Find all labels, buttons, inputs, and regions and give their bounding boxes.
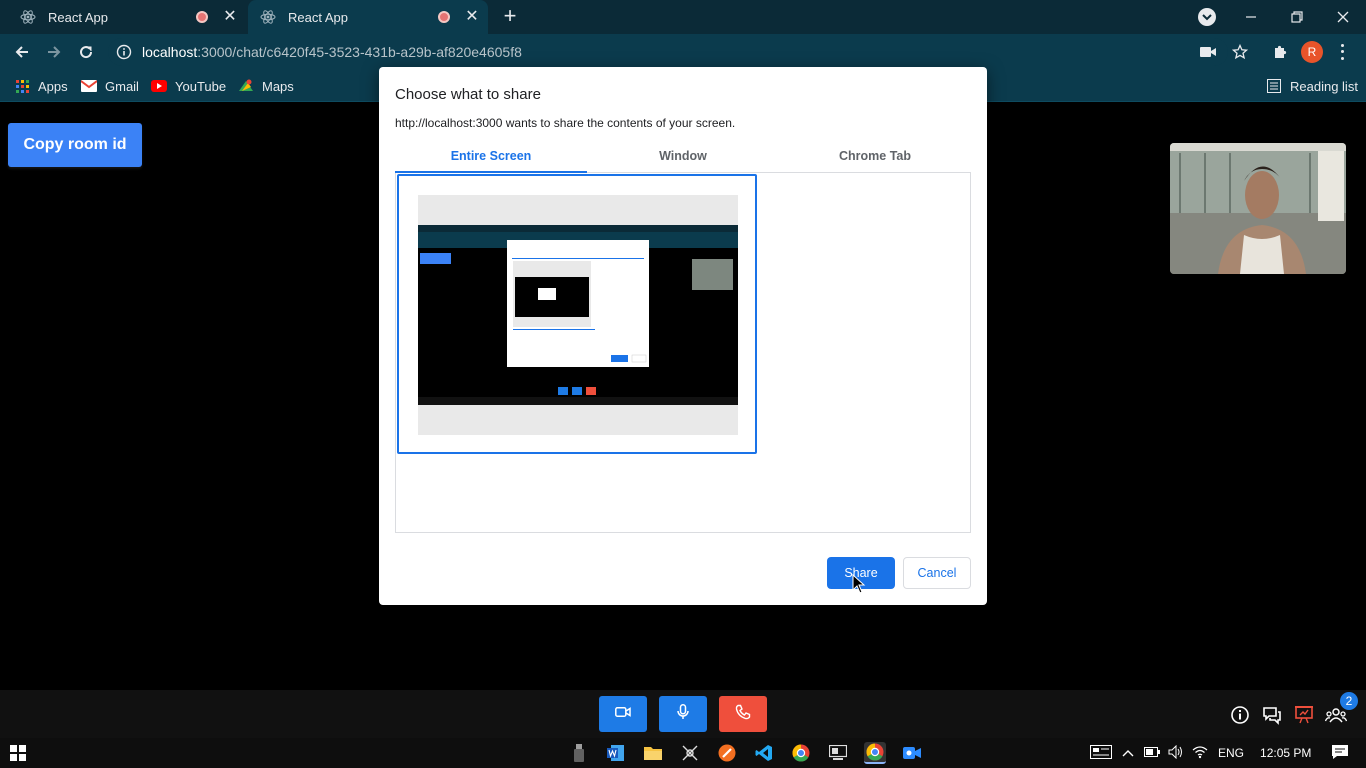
mouse-pointer-icon <box>852 573 866 594</box>
microphone-icon <box>677 703 689 725</box>
recording-indicator-icon <box>438 11 450 23</box>
share-screen-dialog: Choose what to share http://localhost:30… <box>379 67 987 605</box>
address-bar[interactable]: localhost:3000/chat/c6420f45-3523-431b-a… <box>108 38 1228 66</box>
site-info-icon[interactable] <box>116 44 132 60</box>
react-icon <box>20 9 36 25</box>
url-path: :3000/chat/c6420f45-3523-431b-a29b-af820… <box>197 44 522 60</box>
wifi-icon[interactable] <box>1192 745 1208 762</box>
cancel-button[interactable]: Cancel <box>903 557 971 589</box>
url-text: localhost:3000/chat/c6420f45-3523-431b-a… <box>142 44 522 60</box>
brave-icon[interactable] <box>716 742 738 764</box>
reload-icon[interactable] <box>74 40 98 64</box>
info-icon[interactable] <box>1229 704 1251 726</box>
camera-in-use-icon[interactable] <box>1198 42 1218 62</box>
zoom-meeting-icon[interactable] <box>901 742 923 764</box>
recording-indicator-icon <box>196 11 208 23</box>
new-tab-button[interactable]: + <box>500 5 520 27</box>
screen-preview <box>418 195 738 435</box>
volume-icon[interactable] <box>1168 744 1184 762</box>
share-source-tabs: Entire Screen Window Chrome Tab <box>395 145 971 173</box>
browser-tab-strip: React App ✕ React App ✕ + <box>0 0 1366 34</box>
restore-icon[interactable] <box>1274 0 1320 34</box>
reading-list-icon <box>1266 78 1282 94</box>
browser-tab-1[interactable]: React App ✕ <box>8 0 246 34</box>
tab-window[interactable]: Window <box>587 145 779 173</box>
dialog-title: Choose what to share <box>395 86 541 103</box>
snipping-tool-icon[interactable] <box>679 742 701 764</box>
chat-icon[interactable] <box>1261 704 1283 726</box>
browser-toolbar: localhost:3000/chat/c6420f45-3523-431b-a… <box>0 34 1366 70</box>
reading-list-button[interactable]: Reading list <box>1266 76 1358 96</box>
tab-title: React App <box>48 9 108 25</box>
extensions-puzzle-icon[interactable] <box>1270 42 1290 62</box>
browser-menu-icon[interactable] <box>1336 42 1348 62</box>
windows-taskbar: ENG 12:05 PM <box>0 738 1366 768</box>
usb-drive-icon[interactable] <box>568 742 590 764</box>
end-call-button[interactable] <box>719 696 767 732</box>
close-tab-icon[interactable]: ✕ <box>222 9 238 25</box>
browser-tab-2[interactable]: React App ✕ <box>248 0 488 34</box>
chevron-up-icon[interactable] <box>1122 746 1134 760</box>
dialog-subtitle: http://localhost:3000 wants to share the… <box>395 116 736 130</box>
camera-icon <box>615 705 631 723</box>
entire-screen-option[interactable] <box>397 174 757 454</box>
tab-chrome-tab[interactable]: Chrome Tab <box>779 145 971 173</box>
minimize-icon[interactable] <box>1228 0 1274 34</box>
back-icon[interactable] <box>10 40 34 64</box>
bookmark-star-icon[interactable] <box>1230 42 1250 62</box>
microphone-toggle-button[interactable] <box>659 696 707 732</box>
forward-icon[interactable] <box>42 40 66 64</box>
screen-preview-image <box>418 225 738 405</box>
maps-icon <box>238 78 254 94</box>
end-call-icon <box>735 704 751 725</box>
system-tray: ENG 12:05 PM <box>1090 738 1349 768</box>
remote-desktop-icon[interactable] <box>827 742 849 764</box>
share-source-panel <box>395 173 971 533</box>
bookmark-label: Apps <box>38 78 68 94</box>
profile-avatar[interactable]: R <box>1301 41 1323 63</box>
copy-room-id-button[interactable]: Copy room id <box>8 123 142 167</box>
camera-toggle-button[interactable] <box>599 696 647 732</box>
close-window-icon[interactable] <box>1320 0 1366 34</box>
notifications-icon[interactable] <box>1331 744 1349 763</box>
gmail-icon <box>81 78 97 94</box>
battery-icon[interactable] <box>1144 746 1160 760</box>
chrome-active-icon[interactable] <box>864 742 886 764</box>
reading-list-label: Reading list <box>1290 78 1358 94</box>
youtube-icon <box>151 78 167 94</box>
windows-start-icon[interactable] <box>10 745 26 761</box>
vscode-icon[interactable] <box>753 742 775 764</box>
tab-search-icon[interactable] <box>1198 8 1216 26</box>
tab-entire-screen[interactable]: Entire Screen <box>395 145 587 173</box>
bookmark-label: Maps <box>262 78 294 94</box>
remote-video-tile <box>1170 143 1346 274</box>
language-indicator[interactable]: ENG <box>1218 746 1244 760</box>
url-host: localhost <box>142 44 198 60</box>
close-tab-icon[interactable]: ✕ <box>464 9 480 25</box>
file-explorer-icon[interactable] <box>642 742 664 764</box>
bookmark-label: Gmail <box>105 78 139 94</box>
word-icon[interactable] <box>605 742 627 764</box>
bookmark-apps[interactable]: Apps <box>14 76 68 96</box>
call-controls-bar <box>0 690 1366 738</box>
news-widget-icon[interactable] <box>1090 744 1112 762</box>
clock[interactable]: 12:05 PM <box>1260 746 1311 760</box>
tab-title: React App <box>288 9 348 25</box>
chrome-icon[interactable] <box>790 742 812 764</box>
bookmark-maps[interactable]: Maps <box>238 76 294 96</box>
bookmark-label: YouTube <box>175 78 227 94</box>
screen-share-icon[interactable] <box>1293 704 1315 726</box>
apps-grid-icon <box>14 78 30 94</box>
bookmark-gmail[interactable]: Gmail <box>81 76 139 96</box>
react-icon <box>260 9 276 25</box>
participants-count-badge: 2 <box>1340 692 1358 710</box>
bookmark-youtube[interactable]: YouTube <box>151 76 226 96</box>
